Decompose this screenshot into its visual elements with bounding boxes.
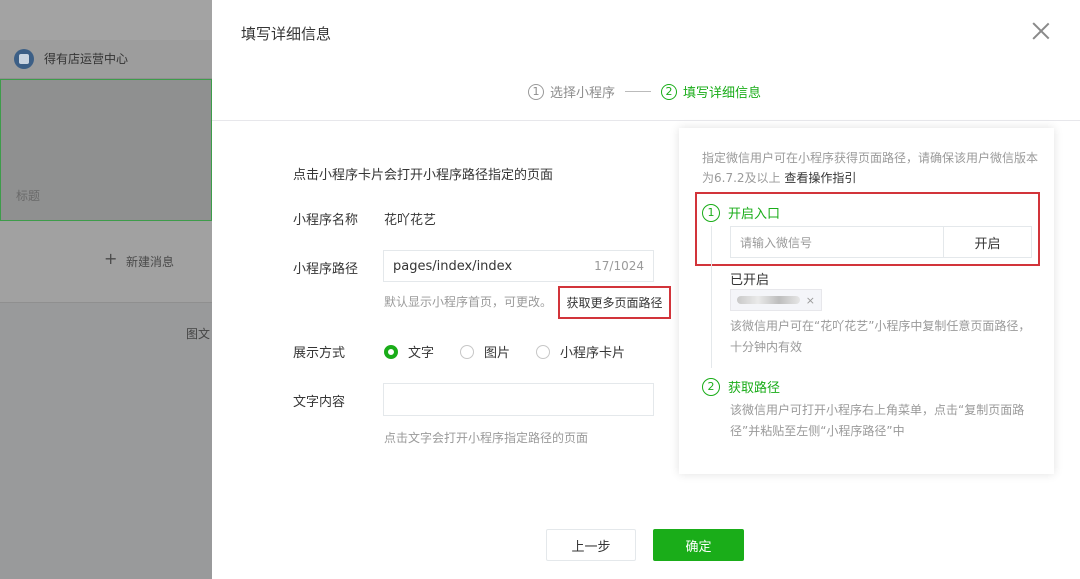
path-input[interactable]: pages/index/index 17/1024 bbox=[383, 250, 654, 282]
new-message-area: + 新建消息 bbox=[0, 221, 212, 303]
miniprogram-name: 花吖花艺 bbox=[384, 213, 437, 228]
radio-text[interactable]: 文字 bbox=[384, 342, 434, 361]
path-hint: 默认显示小程序首页，可更改。 bbox=[384, 295, 553, 309]
section-number: 1 bbox=[702, 203, 720, 222]
open-entry-note: 该微信用户可在“花吖花艺”小程序中复制任意页面路径，十分钟内有效 bbox=[730, 319, 1031, 354]
get-more-paths-link[interactable]: 获取更多页面路径 bbox=[558, 286, 671, 319]
header-divider bbox=[212, 120, 1080, 121]
popover-desc-text: 指定微信用户可在小程序获得页面路径，请确保该用户微信版本为6.7.2及以上 bbox=[702, 151, 1039, 185]
opened-user-tag: × bbox=[730, 289, 822, 311]
dialog-title: 填写详细信息 bbox=[241, 25, 332, 43]
account-name: 得有店运营中心 bbox=[44, 52, 129, 66]
radio-label: 小程序卡片 bbox=[560, 346, 626, 361]
preview-title: 标题 bbox=[16, 189, 41, 203]
display-mode-label: 展示方式 bbox=[293, 346, 346, 361]
section-get-path: 2 获取路径 bbox=[702, 377, 780, 396]
section-number: 2 bbox=[702, 377, 720, 396]
name-label: 小程序名称 bbox=[293, 213, 359, 228]
section-connector bbox=[711, 226, 712, 368]
path-char-count: 17/1024 bbox=[594, 259, 644, 273]
plus-icon: + bbox=[104, 249, 118, 268]
form-description: 点击小程序卡片会打开小程序路径指定的页面 bbox=[293, 168, 554, 183]
confirm-button[interactable]: 确定 bbox=[653, 529, 744, 561]
close-icon[interactable] bbox=[1032, 22, 1050, 40]
section-title: 获取路径 bbox=[728, 381, 781, 396]
account-logo-icon bbox=[14, 49, 34, 69]
radio-dot bbox=[384, 344, 398, 359]
get-path-note: 该微信用户可打开小程序右上角菜单，点击“复制页面路径”并粘贴至左侧“小程序路径”… bbox=[730, 403, 1025, 438]
step-connector bbox=[625, 91, 652, 92]
text-content-input[interactable] bbox=[383, 383, 654, 416]
account-card: 得有店运营中心 bbox=[0, 40, 212, 79]
guide-link[interactable]: 查看操作指引 bbox=[784, 171, 856, 185]
message-preview: 标题 bbox=[0, 79, 212, 221]
background-top-bar bbox=[0, 0, 212, 40]
remove-tag-icon[interactable]: × bbox=[806, 294, 815, 307]
wechat-id-input[interactable]: 请输入微信号 bbox=[730, 226, 944, 258]
step-number: 2 bbox=[661, 83, 678, 100]
path-value: pages/index/index bbox=[393, 258, 513, 274]
open-button[interactable]: 开启 bbox=[943, 226, 1032, 258]
radio-image[interactable]: 图片 bbox=[460, 342, 510, 361]
path-help-popover: 指定微信用户可在小程序获得页面路径，请确保该用户微信版本为6.7.2及以上 查看… bbox=[679, 128, 1054, 474]
path-label: 小程序路径 bbox=[293, 262, 359, 277]
radio-miniprogram-card[interactable]: 小程序卡片 bbox=[536, 342, 625, 361]
new-message-label: 新建消息 bbox=[126, 255, 175, 269]
step-fill-details: 2 填写详细信息 bbox=[661, 82, 761, 101]
blurred-wechat-id bbox=[737, 296, 800, 304]
popover-description: 指定微信用户可在小程序获得页面路径，请确保该用户微信版本为6.7.2及以上 查看… bbox=[702, 148, 1042, 188]
radio-dot bbox=[536, 344, 551, 359]
step-label: 填写详细信息 bbox=[683, 86, 762, 101]
step-number: 1 bbox=[528, 83, 544, 100]
previous-step-button[interactable]: 上一步 bbox=[546, 529, 636, 561]
content-hint: 点击文字会打开小程序指定路径的页面 bbox=[384, 431, 589, 445]
radio-label: 图片 bbox=[484, 346, 511, 361]
radio-dot bbox=[460, 344, 475, 359]
opened-label: 已开启 bbox=[730, 273, 770, 288]
step-indicator: 1 选择小程序 2 填写详细信息 bbox=[528, 82, 761, 101]
radio-label: 文字 bbox=[408, 346, 435, 361]
content-label: 文字内容 bbox=[293, 395, 346, 410]
step-label: 选择小程序 bbox=[550, 86, 616, 101]
section-title: 开启入口 bbox=[728, 207, 781, 222]
step-select-miniprogram: 1 选择小程序 bbox=[528, 82, 615, 101]
tuwen-label: 图文 bbox=[186, 327, 211, 341]
display-mode-radios: 文字 图片 小程序卡片 bbox=[384, 342, 651, 361]
detail-dialog: 填写详细信息 1 选择小程序 2 填写详细信息 点击小程序卡片会打开小程序路径指… bbox=[212, 0, 1080, 579]
section-open-entry: 1 开启入口 bbox=[702, 203, 780, 222]
